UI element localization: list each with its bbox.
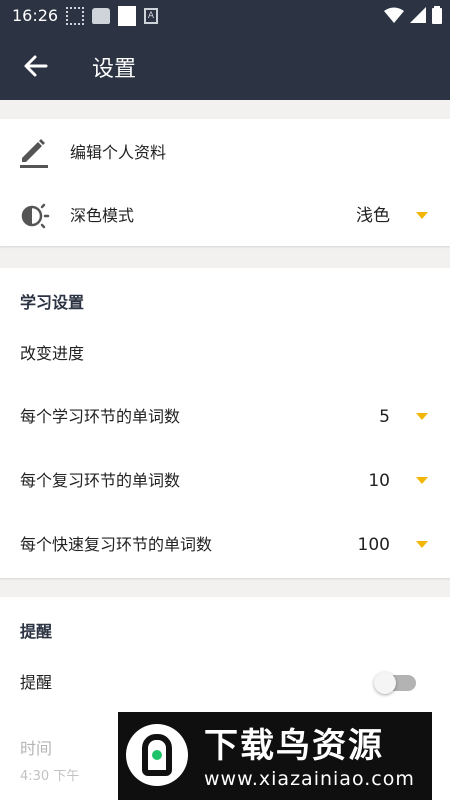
change-progress-label: 改变进度 <box>20 344 85 363</box>
change-progress-row[interactable]: 改变进度 <box>0 329 450 379</box>
status-bar: 16:26 A <box>0 0 450 32</box>
blank-notification-icon <box>118 6 136 26</box>
study-words-value[interactable]: 5 <box>379 392 390 442</box>
review-words-value[interactable]: 10 <box>368 456 390 506</box>
time-value: 4:30 下午 <box>20 769 80 784</box>
edit-icon <box>20 139 48 168</box>
study-words-label: 每个学习环节的单词数 <box>20 407 181 426</box>
dark-mode-label: 深色模式 <box>70 206 135 225</box>
review-words-label: 每个复习环节的单词数 <box>20 471 181 490</box>
time-label: 时间 <box>20 739 53 758</box>
app-notification-icon <box>92 8 110 24</box>
status-time: 16:26 <box>12 6 59 25</box>
reminder-row[interactable]: 提醒 <box>0 658 450 708</box>
toggle-knob <box>374 672 396 694</box>
back-arrow-icon[interactable] <box>22 52 50 80</box>
profile-card: 编辑个人资料 深色模式 浅色 <box>0 119 450 246</box>
dropdown-caret-icon[interactable] <box>416 541 428 548</box>
quick-review-words-value[interactable]: 100 <box>358 520 390 570</box>
dark-mode-value[interactable]: 浅色 <box>356 191 390 241</box>
signal-icon <box>410 7 426 23</box>
dropdown-caret-icon[interactable] <box>416 477 428 484</box>
system-icons <box>384 6 442 24</box>
notification-icons: A <box>66 6 158 26</box>
edit-profile-label: 编辑个人资料 <box>70 143 167 162</box>
quick-review-words-label: 每个快速复习环节的单词数 <box>20 535 213 554</box>
edit-profile-row[interactable]: 编辑个人资料 <box>0 128 450 178</box>
study-section-title: 学习设置 <box>20 293 85 312</box>
quick-review-words-row[interactable]: 每个快速复习环节的单词数 100 <box>0 520 450 570</box>
brightness-icon <box>21 203 50 229</box>
dark-mode-row[interactable]: 深色模式 浅色 <box>0 191 450 241</box>
reminder-label: 提醒 <box>20 673 53 692</box>
watermark-title: 下载鸟资源 <box>204 726 384 766</box>
qr-notification-icon <box>66 7 84 25</box>
study-words-row[interactable]: 每个学习环节的单词数 5 <box>0 392 450 442</box>
page-title: 设置 <box>92 57 137 82</box>
watermark-banner: 下载鸟资源 www.xiazainiao.com <box>118 712 432 800</box>
dropdown-caret-icon[interactable] <box>416 212 428 219</box>
dropdown-caret-icon[interactable] <box>416 413 428 420</box>
review-words-row[interactable]: 每个复习环节的单词数 10 <box>0 456 450 506</box>
app-bar: 设置 <box>0 32 450 100</box>
wifi-icon <box>384 7 404 23</box>
watermark-url: www.xiazainiao.com <box>204 768 415 790</box>
reminder-section-title: 提醒 <box>20 622 53 641</box>
study-settings-card: 学习设置 改变进度 每个学习环节的单词数 5 每个复习环节的单词数 10 每个快… <box>0 268 450 578</box>
bird-logo-icon <box>126 724 188 786</box>
a-notification-icon: A <box>144 8 158 24</box>
reminder-toggle[interactable] <box>374 672 416 694</box>
battery-icon <box>432 6 442 24</box>
